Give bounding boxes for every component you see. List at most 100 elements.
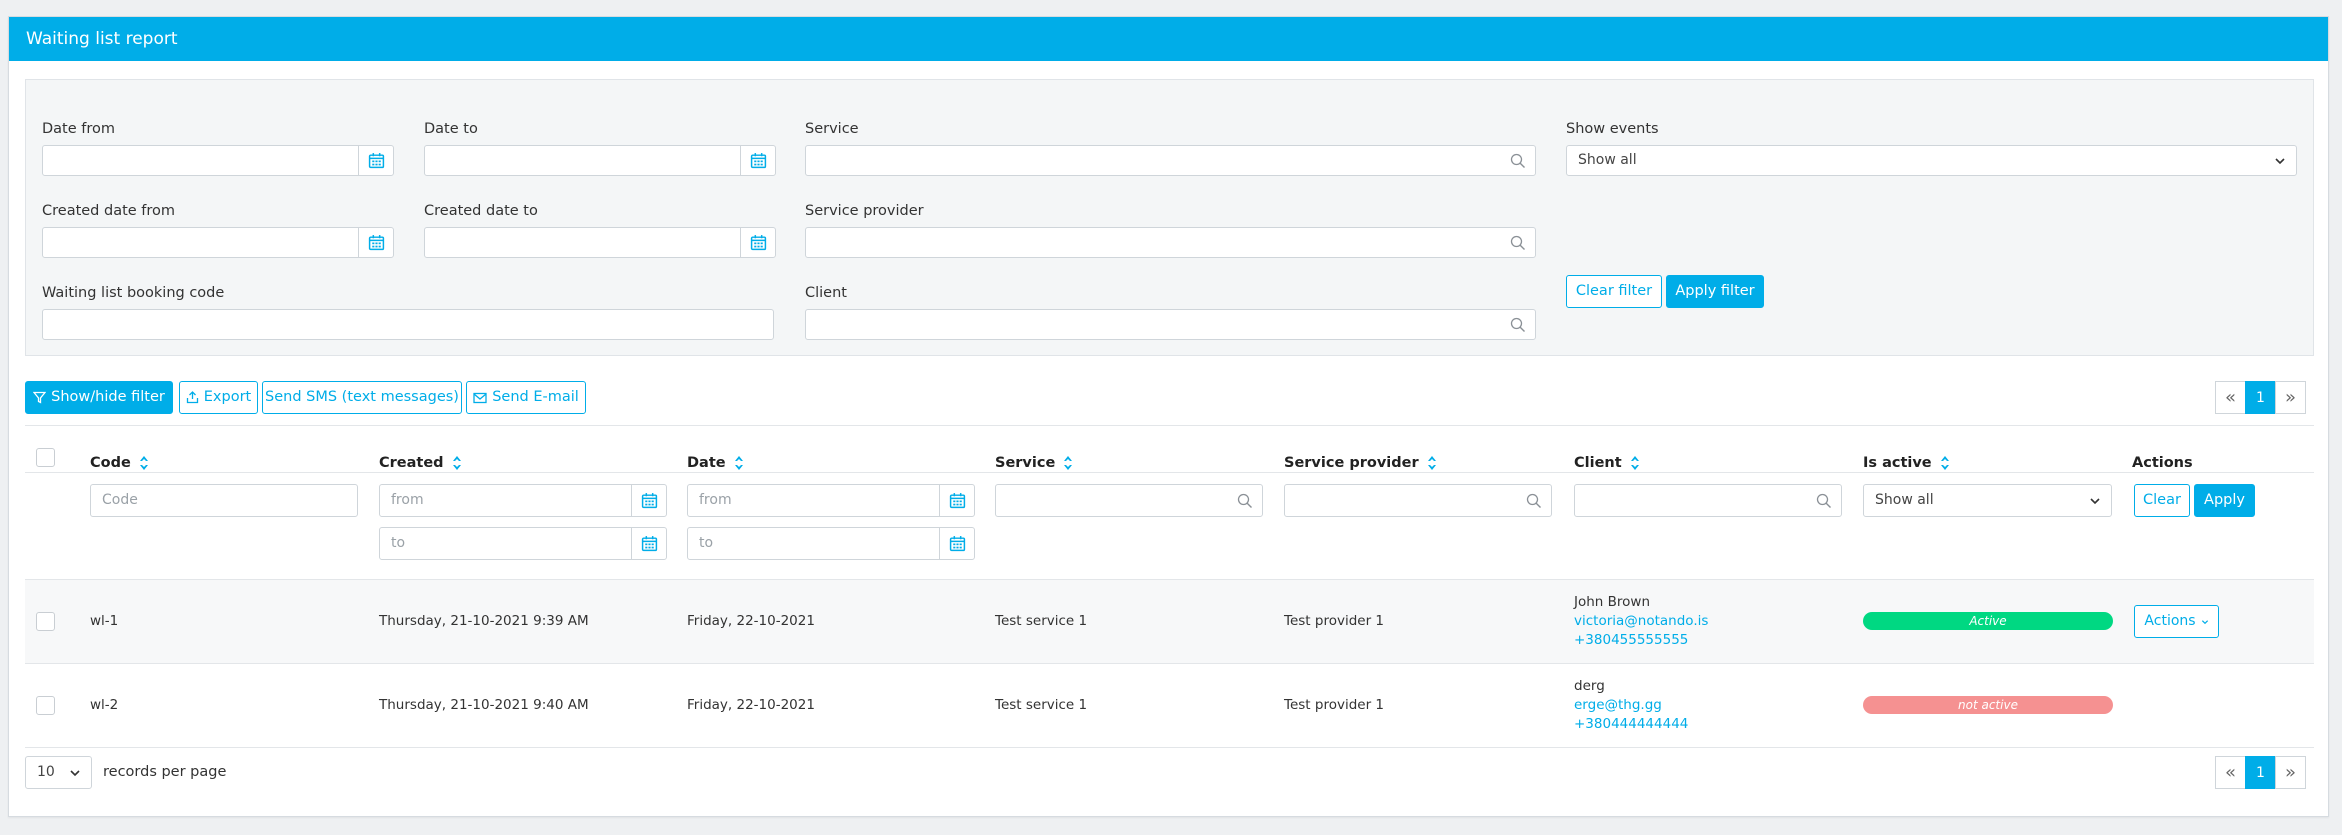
is-active-filter-select[interactable]: Show all <box>1863 484 2112 517</box>
status-badge: not active <box>1863 696 2113 714</box>
calendar-icon[interactable] <box>939 528 974 559</box>
created-from-input[interactable]: from <box>379 484 667 517</box>
service-provider-input[interactable] <box>805 227 1536 258</box>
date-to-label: Date to <box>424 121 478 137</box>
chevron-down-icon <box>2201 619 2208 624</box>
calendar-icon[interactable] <box>631 485 666 516</box>
pagination-prev-button[interactable]: « <box>2215 756 2246 789</box>
calendar-icon[interactable] <box>358 146 393 175</box>
search-icon <box>1510 317 1526 333</box>
client-filter-input[interactable] <box>1574 484 1842 517</box>
pagination-next-button[interactable]: » <box>2275 756 2306 789</box>
service-provider-filter-input[interactable] <box>1284 484 1552 517</box>
client-input[interactable] <box>805 309 1536 340</box>
row-actions-button[interactable]: Actions <box>2134 605 2219 638</box>
column-filter-clear-button[interactable]: Clear <box>2134 484 2190 517</box>
pagination-prev-button[interactable]: « <box>2215 381 2246 414</box>
divider <box>25 425 2314 426</box>
column-header-service[interactable]: Service <box>995 455 1073 471</box>
page-title: Waiting list report <box>9 17 2328 61</box>
date-to-input[interactable] <box>424 145 776 176</box>
calendar-icon[interactable] <box>740 228 775 257</box>
sort-icon <box>1063 456 1073 470</box>
date-from-label: Date from <box>42 121 116 137</box>
row-checkbox[interactable] <box>36 612 55 631</box>
row-service-provider: Test provider 1 <box>1284 697 1385 713</box>
booking-code-input[interactable] <box>42 309 774 340</box>
row-client-phone-link[interactable]: +380455555555 <box>1574 632 1688 648</box>
created-date-from-label: Created date from <box>42 203 176 219</box>
service-label: Service <box>805 121 859 137</box>
sort-icon <box>139 456 149 470</box>
filter-panel: Date from Date to Service Show events Sh… <box>25 79 2314 356</box>
search-icon <box>1510 235 1526 251</box>
row-service: Test service 1 <box>995 613 1088 629</box>
row-checkbox[interactable] <box>36 696 55 715</box>
service-input[interactable] <box>805 145 1536 176</box>
chevron-down-icon <box>2089 495 2101 507</box>
column-header-service-provider[interactable]: Service provider <box>1284 455 1437 471</box>
column-header-date[interactable]: Date <box>687 455 744 471</box>
sort-icon <box>1940 456 1950 470</box>
select-all-checkbox[interactable] <box>36 448 55 467</box>
chevron-down-icon <box>2274 155 2286 167</box>
created-to-input[interactable]: to <box>379 527 667 560</box>
column-filter-apply-button[interactable]: Apply <box>2194 484 2255 517</box>
send-sms-button[interactable]: Send SMS (text messages) <box>262 381 462 414</box>
row-client-name: derg <box>1574 678 1605 694</box>
export-button[interactable]: Export <box>179 381 258 414</box>
calendar-icon[interactable] <box>631 528 666 559</box>
date-to-filter-input[interactable]: to <box>687 527 975 560</box>
row-client-email-link[interactable]: erge@thg.gg <box>1574 697 1662 713</box>
search-icon <box>1510 153 1526 169</box>
row-service: Test service 1 <box>995 697 1088 713</box>
filter-icon <box>33 391 47 404</box>
row-date: Friday, 22-10-2021 <box>687 697 815 713</box>
divider <box>25 663 2314 664</box>
row-service-provider: Test provider 1 <box>1284 613 1385 629</box>
pagination-next-button[interactable]: » <box>2275 381 2306 414</box>
column-header-created[interactable]: Created <box>379 455 462 471</box>
row-client-phone-link[interactable]: +380444444444 <box>1574 716 1688 732</box>
clear-filter-button[interactable]: Clear filter <box>1566 275 1662 308</box>
row-created: Thursday, 21-10-2021 9:40 AM <box>379 697 589 713</box>
per-page-select[interactable]: 10 <box>25 756 92 789</box>
booking-code-label: Waiting list booking code <box>42 285 225 301</box>
calendar-icon[interactable] <box>740 146 775 175</box>
client-label: Client <box>805 285 847 301</box>
calendar-icon[interactable] <box>939 485 974 516</box>
pagination-page-1[interactable]: 1 <box>2245 756 2276 789</box>
apply-filter-button[interactable]: Apply filter <box>1666 275 1764 308</box>
divider <box>25 472 2314 473</box>
column-header-client[interactable]: Client <box>1574 455 1640 471</box>
service-provider-label: Service provider <box>805 203 924 219</box>
service-filter-input[interactable] <box>995 484 1263 517</box>
row-created: Thursday, 21-10-2021 9:39 AM <box>379 613 589 629</box>
created-date-to-input[interactable] <box>424 227 776 258</box>
code-filter-input[interactable]: Code <box>90 484 358 517</box>
row-client-name: John Brown <box>1574 594 1651 610</box>
row-date: Friday, 22-10-2021 <box>687 613 815 629</box>
sort-icon <box>1630 456 1640 470</box>
column-header-actions: Actions <box>2132 455 2193 471</box>
calendar-icon[interactable] <box>358 228 393 257</box>
divider <box>25 747 2314 748</box>
date-from-input[interactable] <box>42 145 394 176</box>
row-code: wl-1 <box>90 613 119 629</box>
status-badge: Active <box>1863 612 2113 630</box>
row-code: wl-2 <box>90 697 119 713</box>
row-client-email-link[interactable]: victoria@notando.is <box>1574 613 1708 629</box>
column-header-is-active[interactable]: Is active <box>1863 455 1950 471</box>
search-icon <box>1237 493 1253 509</box>
export-icon <box>186 391 198 404</box>
created-date-from-input[interactable] <box>42 227 394 258</box>
column-header-code[interactable]: Code <box>90 455 149 471</box>
show-hide-filter-button[interactable]: Show/hide filter <box>25 381 173 414</box>
chevron-down-icon <box>69 767 81 779</box>
envelope-icon <box>473 392 487 403</box>
show-events-select[interactable]: Show all <box>1566 145 2297 176</box>
date-from-filter-input[interactable]: from <box>687 484 975 517</box>
waiting-list-panel: Waiting list report Date from Date to Se… <box>8 16 2329 817</box>
pagination-page-1[interactable]: 1 <box>2245 381 2276 414</box>
send-email-button[interactable]: Send E-mail <box>466 381 586 414</box>
